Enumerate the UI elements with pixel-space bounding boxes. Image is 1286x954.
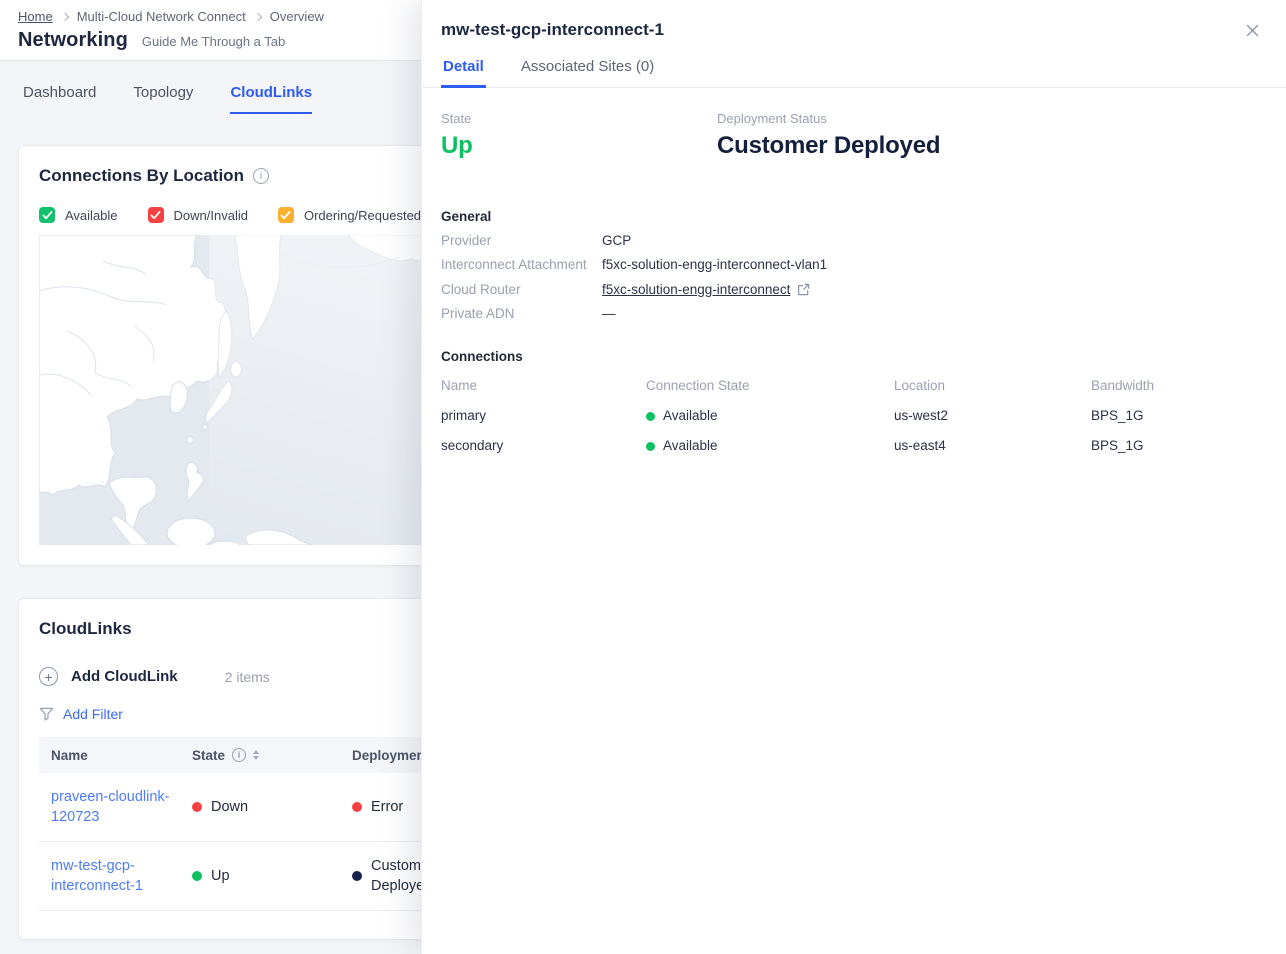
tab-associated-sites[interactable]: Associated Sites (0) <box>519 58 656 88</box>
checkbox-checked-icon[interactable] <box>278 207 294 223</box>
tab-detail[interactable]: Detail <box>441 58 486 88</box>
card-title-connections-by-location: Connections By Location <box>39 166 244 186</box>
connections-section-heading: Connections <box>441 349 1266 364</box>
column-header-name: Name <box>39 748 180 763</box>
cloud-router-link[interactable]: f5xc-solution-engg-interconnect <box>602 281 790 298</box>
state-label: State <box>441 111 717 126</box>
breadcrumb-item-overview: Overview <box>270 9 324 24</box>
state-dot <box>192 802 202 812</box>
kv-row-interconnect-attachment: Interconnect Attachment f5xc-solution-en… <box>441 256 1266 273</box>
panel-body: State Up Deployment Status Customer Depl… <box>422 88 1286 454</box>
panel-header: mw-test-gcp-interconnect-1 Detail Associ… <box>422 0 1286 88</box>
cloudlink-name-link[interactable]: praveen-cloudlink-120723 <box>51 787 171 827</box>
plus-circle-icon: + <box>39 667 58 686</box>
column-header-bandwidth: Bandwidth <box>1091 378 1266 394</box>
breadcrumb-item-mcn[interactable]: Multi-Cloud Network Connect <box>77 9 246 24</box>
state-dot <box>646 442 655 451</box>
column-header-state: State i <box>180 748 340 763</box>
cloudlink-name-link[interactable]: mw-test-gcp-interconnect-1 <box>51 856 171 896</box>
connection-bandwidth: BPS_1G <box>1091 408 1266 424</box>
state-value: Up <box>211 866 230 886</box>
tab-cloudlinks[interactable]: CloudLinks <box>230 84 312 114</box>
kv-row-cloud-router: Cloud Router f5xc-solution-engg-intercon… <box>441 281 1266 298</box>
filter-funnel-icon <box>39 707 54 721</box>
legend-label: Available <box>65 208 118 223</box>
sort-icon[interactable] <box>253 750 259 760</box>
kv-row-provider: Provider GCP <box>441 232 1266 249</box>
close-icon[interactable] <box>1243 21 1262 40</box>
general-section: Provider GCP Interconnect Attachment f5x… <box>441 232 1266 323</box>
deployment-status-value: Customer Deployed <box>717 132 1266 160</box>
column-header-connection-state: Connection State <box>646 378 894 394</box>
connection-row: primary Available us-west2 BPS_1G <box>441 408 1266 424</box>
breadcrumb-chevron-icon <box>60 12 68 20</box>
add-cloudlink-button[interactable]: + Add CloudLink <box>39 667 178 686</box>
connection-row: secondary Available us-east4 BPS_1G <box>441 438 1266 454</box>
deployment-value: Error <box>371 797 403 817</box>
items-count: 2 items <box>225 669 270 685</box>
checkbox-checked-icon[interactable] <box>39 207 55 223</box>
tab-topology[interactable]: Topology <box>133 84 193 114</box>
connection-state: Available <box>663 408 718 423</box>
deployment-dot <box>352 802 362 812</box>
connections-header-row: Name Connection State Location Bandwidth <box>441 378 1266 394</box>
detail-panel: mw-test-gcp-interconnect-1 Detail Associ… <box>421 0 1286 954</box>
add-filter-link[interactable]: Add Filter <box>63 706 123 722</box>
connection-location: us-west2 <box>894 408 1091 424</box>
deployment-status-label: Deployment Status <box>717 111 1266 126</box>
connection-name: secondary <box>441 438 646 454</box>
state-value: Down <box>211 797 248 817</box>
panel-tabs: Detail Associated Sites (0) <box>441 58 1266 87</box>
state-value: Up <box>441 132 717 160</box>
connection-location: us-east4 <box>894 438 1091 454</box>
checkbox-checked-icon[interactable] <box>148 207 164 223</box>
add-cloudlink-label: Add CloudLink <box>71 668 178 685</box>
connection-state: Available <box>663 438 718 453</box>
deployment-dot <box>352 871 362 881</box>
legend-label: Down/Invalid <box>174 208 248 223</box>
panel-title: mw-test-gcp-interconnect-1 <box>441 20 1266 40</box>
column-header-name: Name <box>441 378 646 394</box>
kv-row-private-adn: Private ADN — <box>441 305 1266 322</box>
external-link-icon[interactable] <box>797 283 810 296</box>
breadcrumb-home-link[interactable]: Home <box>18 9 53 24</box>
info-icon[interactable]: i <box>232 748 246 762</box>
tab-dashboard[interactable]: Dashboard <box>23 84 96 114</box>
status-summary: State Up Deployment Status Customer Depl… <box>441 111 1266 160</box>
info-icon[interactable]: i <box>253 168 269 184</box>
general-section-heading: General <box>441 209 1266 224</box>
legend-available[interactable]: Available <box>39 207 118 223</box>
connection-name: primary <box>441 408 646 424</box>
page-title: Networking <box>18 29 128 52</box>
guide-me-link[interactable]: Guide Me Through a Tab <box>142 34 285 49</box>
card-title-cloudlinks: CloudLinks <box>39 619 132 639</box>
state-dot <box>646 412 655 421</box>
column-header-location: Location <box>894 378 1091 394</box>
breadcrumb-chevron-icon <box>254 12 262 20</box>
connection-bandwidth: BPS_1G <box>1091 438 1266 454</box>
state-dot <box>192 871 202 881</box>
legend-down-invalid[interactable]: Down/Invalid <box>148 207 248 223</box>
